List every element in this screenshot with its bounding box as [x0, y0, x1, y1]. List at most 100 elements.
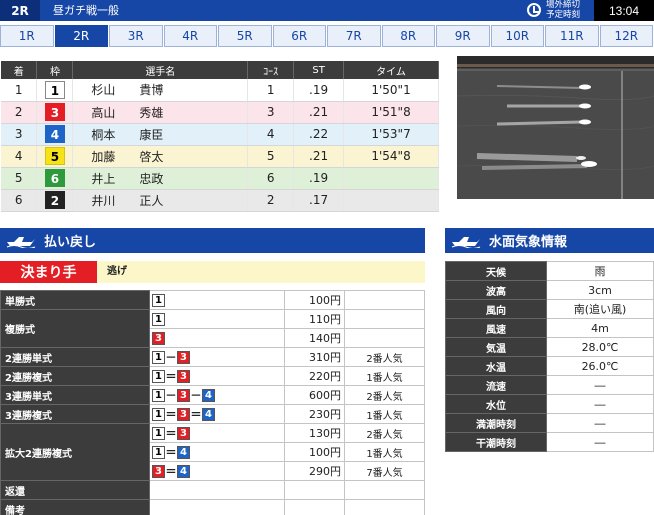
st-cell: .17 — [293, 189, 345, 212]
tab-11r[interactable]: 11R — [545, 25, 599, 47]
payout-amount: 110円 — [284, 309, 345, 329]
course-cell: 2 — [247, 189, 295, 212]
boat-icon — [451, 236, 481, 248]
payout-row: 2連勝単式 1 － 3 310円 2番人気 — [0, 347, 425, 367]
waku-badge: 2 — [44, 191, 65, 209]
popularity — [344, 290, 425, 310]
weather-value: 3cm — [546, 280, 654, 300]
combination-cell: 1 ＝ 4 — [149, 442, 285, 462]
combination-cell: 1 ＝ 3 — [149, 423, 285, 443]
tab-8r[interactable]: 8R — [381, 25, 435, 47]
combo-separator: ＝ — [165, 408, 177, 421]
combo-separator: ＝ — [165, 446, 177, 459]
race-tabs: 1R 2R 3R 4R 5R 6R 7R 8R 9R 10R 11R 12R — [0, 25, 654, 49]
payout-table: 単勝式 1 100円 複勝式 1 110円 3 140円 2連勝単式 1 － 3 310円 2番人気 2連勝… — [0, 290, 425, 515]
weather-label: 干潮時刻 — [445, 432, 547, 452]
weather-row: 満潮時刻 ― — [445, 413, 654, 433]
boat-number-badge: 1 — [152, 293, 165, 307]
waku-badge: 3 — [44, 103, 65, 121]
st-cell: .21 — [293, 101, 345, 124]
boat-number-badge: 3 — [177, 350, 190, 364]
popularity: 2番人気 — [344, 423, 425, 443]
weather-label: 気温 — [445, 337, 547, 357]
weather-row: 波高 3cm — [445, 280, 654, 300]
top-bar: 2R 昼ガチ戦一般 場外締切 予定時刻 13:04 — [0, 0, 654, 21]
combo-separator: ＝ — [165, 370, 177, 383]
weather-row: 干潮時刻 ― — [445, 432, 654, 452]
boat-number-badge: 3 — [152, 464, 165, 478]
weather-value: ― — [546, 432, 654, 452]
results-header-row: 着 枠 選手名 ｺｰｽ ST タイム — [1, 61, 439, 79]
weather-row: 風向 南(追い風) — [445, 299, 654, 319]
tab-10r[interactable]: 10R — [490, 25, 544, 47]
tab-7r[interactable]: 7R — [327, 25, 381, 47]
payout-row: 備考 — [0, 499, 425, 515]
tab-1r[interactable]: 1R — [0, 25, 54, 47]
payout-row: 2連勝複式 1 ＝ 3 220円 1番人気 — [0, 366, 425, 386]
result-row: 3 4 桐本 康臣 4.22 1'53"7 — [1, 123, 439, 146]
time-cell — [343, 167, 439, 190]
combination-cell: 1 － 3 — [149, 347, 285, 367]
results-table: 着 枠 選手名 ｺｰｽ ST タイム 1 1 杉山 貴博 1.19 1'50"1 2 3 高山… — [1, 61, 439, 212]
course-cell: 1 — [247, 79, 295, 102]
popularity: 2番人気 — [344, 347, 425, 367]
bet-type-label: 単勝式 — [0, 290, 150, 310]
waku-badge: 5 — [44, 147, 65, 165]
rank-cell: 4 — [1, 145, 38, 168]
payout-amount: 140円 — [284, 328, 345, 348]
tab-3r[interactable]: 3R — [109, 25, 163, 47]
combination-cell: 3 ＝ 4 — [149, 461, 285, 481]
clock-icon — [527, 3, 541, 17]
tab-9r[interactable]: 9R — [436, 25, 490, 47]
tab-5r[interactable]: 5R — [218, 25, 272, 47]
boat-number-badge: 1 — [152, 407, 165, 421]
course-cell: 3 — [247, 101, 295, 124]
tab-2r[interactable]: 2R — [54, 25, 108, 47]
deadline-label: 場外締切 予定時刻 — [546, 0, 581, 20]
racer-name: 桐本 康臣 — [72, 123, 249, 146]
payout-amount — [284, 480, 345, 500]
waku-cell: 4 — [36, 123, 74, 146]
tab-4r[interactable]: 4R — [163, 25, 217, 47]
payout-amount: 130円 — [284, 423, 345, 443]
race-video-frame — [457, 56, 654, 199]
combo-separator: ＝ — [165, 427, 177, 440]
time-cell: 1'51"8 — [343, 101, 439, 124]
boat-number-badge: 3 — [152, 331, 165, 345]
boat-number-badge: 4 — [202, 407, 215, 421]
waku-badge: 6 — [44, 169, 65, 187]
combo-separator: － — [165, 351, 177, 364]
race-name: 昼ガチ戦一般 — [53, 4, 119, 17]
payout-amount: 310円 — [284, 347, 345, 367]
popularity: 1番人気 — [344, 404, 425, 424]
bet-type-label: 返還 — [0, 480, 150, 500]
tab-12r[interactable]: 12R — [599, 25, 653, 47]
weather-label: 風速 — [445, 318, 547, 338]
weather-label: 水位 — [445, 394, 547, 414]
weather-value: 28.0℃ — [546, 337, 654, 357]
tab-6r[interactable]: 6R — [272, 25, 326, 47]
popularity — [344, 309, 425, 329]
time-cell: 1'53"7 — [343, 123, 439, 146]
weather-value: 26.0℃ — [546, 356, 654, 376]
racer-name: 井上 忠政 — [72, 167, 249, 190]
rank-cell: 6 — [1, 189, 38, 212]
rank-cell: 1 — [1, 79, 38, 102]
col-time: タイム — [343, 61, 439, 79]
race-video[interactable] — [457, 56, 654, 199]
combination-cell: 1 ＝ 3 ＝ 4 — [149, 404, 285, 424]
boat-number-badge: 1 — [152, 312, 165, 326]
result-row: 6 2 井川 正人 2.17 — [1, 189, 439, 212]
col-course: ｺｰｽ — [247, 61, 295, 79]
course-cell: 4 — [247, 123, 295, 146]
payout-amount — [284, 499, 345, 515]
time-cell: 1'54"8 — [343, 145, 439, 168]
weather-value: 雨 — [546, 261, 654, 281]
payout-row: 複勝式 1 110円 — [0, 309, 425, 348]
weather-row: 水位 ― — [445, 394, 654, 414]
col-rank: 着 — [1, 61, 38, 79]
boat-number-badge: 4 — [202, 388, 215, 402]
boat-number-badge: 1 — [152, 445, 165, 459]
payout-row: 3連勝複式 1 ＝ 3 ＝ 4 230円 1番人気 — [0, 404, 425, 424]
course-cell: 5 — [247, 145, 295, 168]
